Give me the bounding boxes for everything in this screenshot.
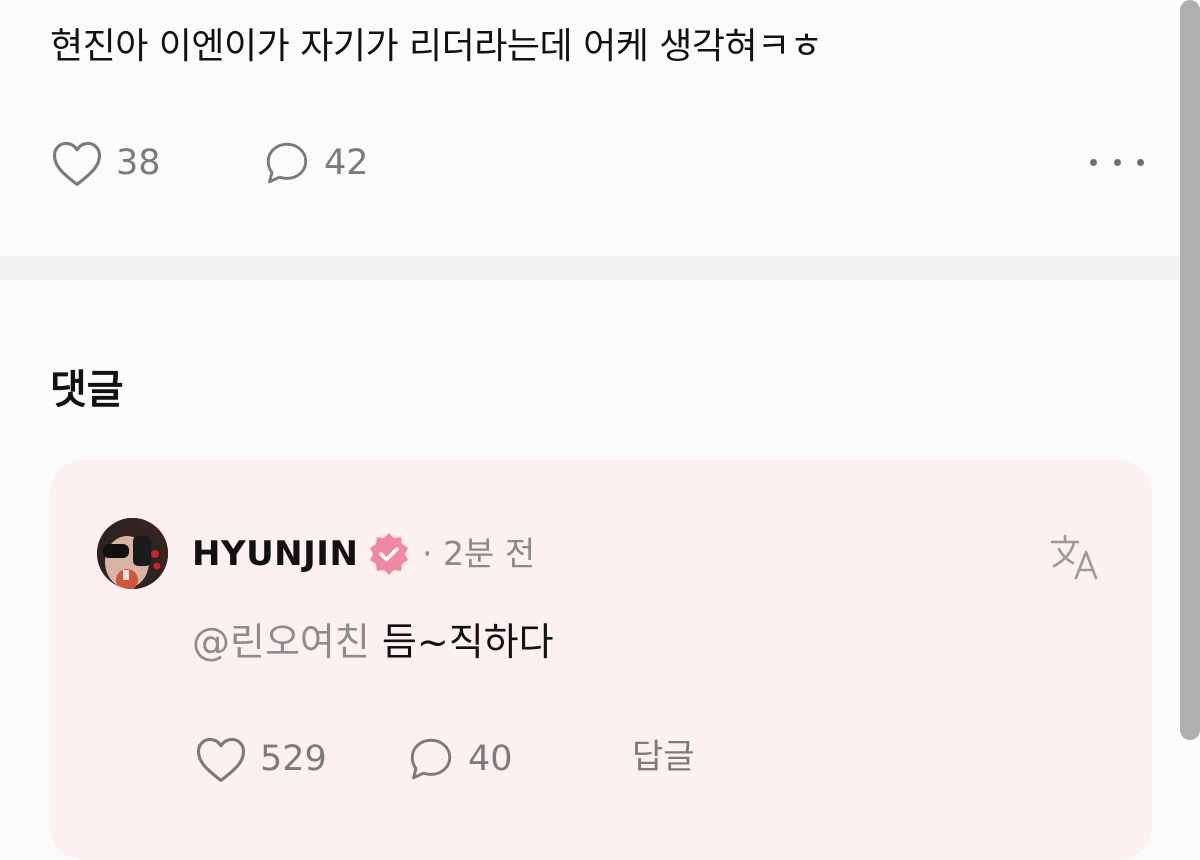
post-comment-button[interactable]: 42 xyxy=(262,138,369,188)
more-dot xyxy=(1113,158,1121,166)
comment-reply-count-button[interactable]: 40 xyxy=(406,734,513,784)
comment-like-button[interactable]: 529 xyxy=(194,734,327,784)
verified-badge-icon xyxy=(366,531,412,577)
comment-reply-count: 40 xyxy=(468,739,513,779)
more-dot xyxy=(1090,158,1097,166)
speech-bubble-icon xyxy=(406,734,456,784)
post-text: 현진아 이엔이가 자기가 리더라는데 어케 생각혀ㅋㅎ xyxy=(50,26,823,67)
translate-icon[interactable] xyxy=(1048,528,1104,584)
comment-username[interactable]: HYUNJIN xyxy=(192,532,358,576)
comment-text: @린오여친 듬~직하다 xyxy=(192,616,554,668)
more-dots-icon[interactable] xyxy=(1090,150,1144,174)
post-comment-count: 42 xyxy=(324,143,369,183)
more-dot xyxy=(1137,158,1144,166)
reply-button[interactable]: 답글 xyxy=(632,734,695,780)
comment-body: 듬~직하다 xyxy=(369,620,554,664)
heart-icon xyxy=(194,734,248,784)
post-like-count: 38 xyxy=(116,143,161,183)
scrollbar[interactable] xyxy=(1180,0,1200,740)
heart-icon xyxy=(50,138,104,188)
comment-mention[interactable]: @린오여친 xyxy=(192,620,370,664)
avatar[interactable] xyxy=(97,518,168,589)
comment-time: · 2분 전 xyxy=(422,534,536,573)
comments-section-title: 댓글 xyxy=(50,367,124,413)
speech-bubble-icon xyxy=(262,138,312,188)
comment-like-count: 529 xyxy=(260,739,327,779)
post-like-button[interactable]: 38 xyxy=(50,138,161,188)
section-divider xyxy=(0,256,1200,280)
